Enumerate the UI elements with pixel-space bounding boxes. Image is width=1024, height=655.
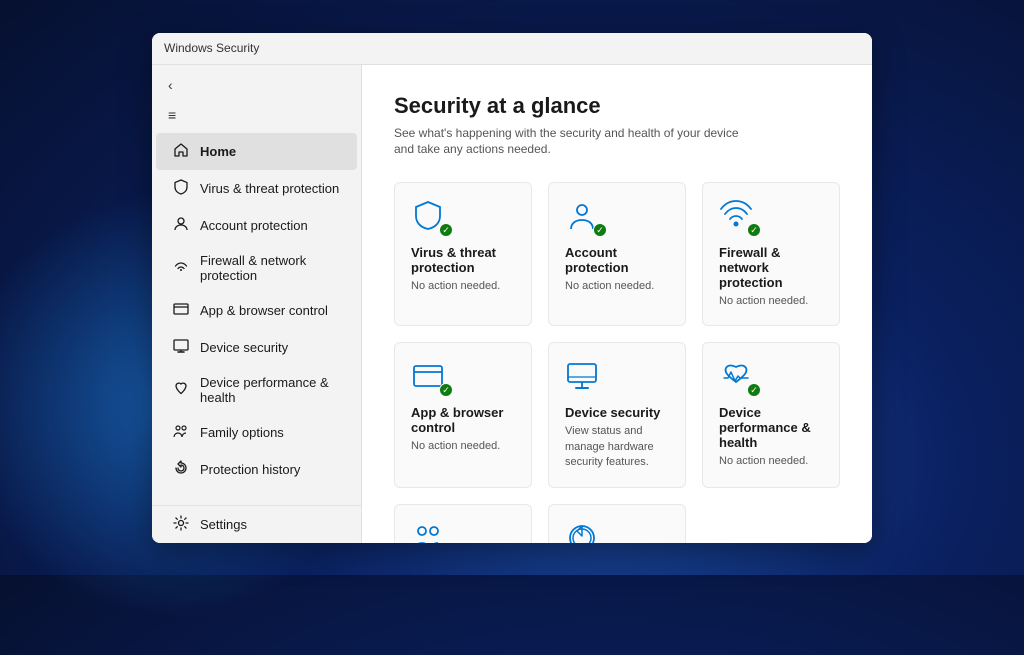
virus-card-title: Virus & threat protection bbox=[411, 245, 515, 275]
settings-icon bbox=[172, 515, 190, 534]
device-health-card-desc: No action needed. bbox=[719, 454, 823, 469]
sidebar-device-security-label: Device security bbox=[200, 340, 288, 355]
history-icon bbox=[172, 460, 190, 479]
shield-icon bbox=[172, 179, 190, 198]
account-card-title: Account protection bbox=[565, 245, 669, 275]
firewall-card-desc: No action needed. bbox=[719, 294, 823, 309]
browser-control-card[interactable]: ✓ App & browser control No action needed… bbox=[394, 342, 532, 487]
firewall-card-title: Firewall & network protection bbox=[719, 245, 823, 290]
settings-label: Settings bbox=[200, 517, 247, 532]
sidebar-item-virus[interactable]: Virus & threat protection bbox=[156, 170, 357, 207]
device-health-card[interactable]: ✓ Device performance & health No action … bbox=[702, 342, 840, 487]
firewall-card-icon-wrap: ✓ bbox=[719, 199, 755, 235]
sidebar-item-family[interactable]: Family options bbox=[156, 414, 357, 451]
settings-button[interactable]: Settings bbox=[156, 506, 357, 543]
page-subtitle: See what's happening with the security a… bbox=[394, 125, 840, 159]
browser-card-icon-wrap: ✓ bbox=[411, 359, 447, 395]
virus-card-desc: No action needed. bbox=[411, 279, 515, 294]
sidebar-item-history[interactable]: Protection history bbox=[156, 451, 357, 488]
sidebar-item-firewall[interactable]: Firewall & network protection bbox=[156, 244, 357, 292]
sidebar: ‹ ≡ Home Vir bbox=[152, 65, 362, 543]
account-card-desc: No action needed. bbox=[565, 279, 669, 294]
browser-icon bbox=[172, 301, 190, 320]
window-body: ‹ ≡ Home Vir bbox=[152, 65, 872, 543]
window-title: Windows Security bbox=[164, 41, 259, 55]
check-badge: ✓ bbox=[747, 223, 761, 237]
account-protection-card[interactable]: ✓ Account protection No action needed. bbox=[548, 182, 686, 326]
virus-card-icon-wrap: ✓ bbox=[411, 199, 447, 235]
person-icon bbox=[172, 216, 190, 235]
family-card-icon-wrap bbox=[411, 521, 447, 543]
check-badge: ✓ bbox=[747, 383, 761, 397]
firewall-card[interactable]: ✓ Firewall & network protection No actio… bbox=[702, 182, 840, 326]
sidebar-history-label: Protection history bbox=[200, 462, 300, 477]
sidebar-item-device-health[interactable]: Device performance & health bbox=[156, 366, 357, 414]
sidebar-firewall-label: Firewall & network protection bbox=[200, 253, 341, 283]
device-health-card-icon-wrap: ✓ bbox=[719, 359, 755, 395]
sidebar-home-label: Home bbox=[200, 144, 236, 159]
sidebar-item-device-security[interactable]: Device security bbox=[156, 329, 357, 366]
sidebar-bottom: Settings bbox=[152, 505, 361, 543]
back-button[interactable]: ‹ bbox=[152, 69, 361, 101]
virus-threat-card[interactable]: ✓ Virus & threat protection No action ne… bbox=[394, 182, 532, 326]
check-badge: ✓ bbox=[593, 223, 607, 237]
family-people-icon bbox=[411, 521, 445, 543]
monitor-icon bbox=[172, 338, 190, 357]
browser-card-desc: No action needed. bbox=[411, 439, 515, 454]
sidebar-account-label: Account protection bbox=[200, 218, 308, 233]
history-card-icon-wrap bbox=[565, 521, 601, 543]
heart-icon bbox=[172, 380, 190, 399]
account-card-icon-wrap: ✓ bbox=[565, 199, 601, 235]
titlebar: Windows Security bbox=[152, 33, 872, 65]
family-options-card[interactable]: Family options Manage how your family us… bbox=[394, 504, 532, 543]
monitor-lock-icon bbox=[565, 359, 599, 393]
sidebar-item-browser[interactable]: App & browser control bbox=[156, 292, 357, 329]
sidebar-virus-label: Virus & threat protection bbox=[200, 181, 339, 196]
check-badge: ✓ bbox=[439, 223, 453, 237]
browser-card-title: App & browser control bbox=[411, 405, 515, 435]
security-cards-grid: ✓ Virus & threat protection No action ne… bbox=[394, 182, 840, 542]
device-health-card-title: Device performance & health bbox=[719, 405, 823, 450]
device-security-card[interactable]: Device security View status and manage h… bbox=[548, 342, 686, 487]
check-badge: ✓ bbox=[439, 383, 453, 397]
main-content: Security at a glance See what's happenin… bbox=[362, 65, 872, 543]
sidebar-item-account[interactable]: Account protection bbox=[156, 207, 357, 244]
wifi-icon bbox=[172, 258, 190, 277]
sidebar-device-health-label: Device performance & health bbox=[200, 375, 341, 405]
windows-security-window: Windows Security ‹ ≡ Home bbox=[152, 33, 872, 543]
protection-history-card[interactable]: Protection history View latest protectio… bbox=[548, 504, 686, 543]
sidebar-family-label: Family options bbox=[200, 425, 284, 440]
family-icon bbox=[172, 423, 190, 442]
home-icon bbox=[172, 142, 190, 161]
sidebar-item-home[interactable]: Home bbox=[156, 133, 357, 170]
clock-history-icon bbox=[565, 521, 599, 543]
device-security-card-title: Device security bbox=[565, 405, 669, 420]
device-security-card-desc: View status and manage hardware security… bbox=[565, 424, 669, 470]
hamburger-menu[interactable]: ≡ bbox=[152, 101, 361, 129]
page-title: Security at a glance bbox=[394, 93, 840, 119]
device-security-card-icon-wrap bbox=[565, 359, 601, 395]
sidebar-browser-label: App & browser control bbox=[200, 303, 328, 318]
